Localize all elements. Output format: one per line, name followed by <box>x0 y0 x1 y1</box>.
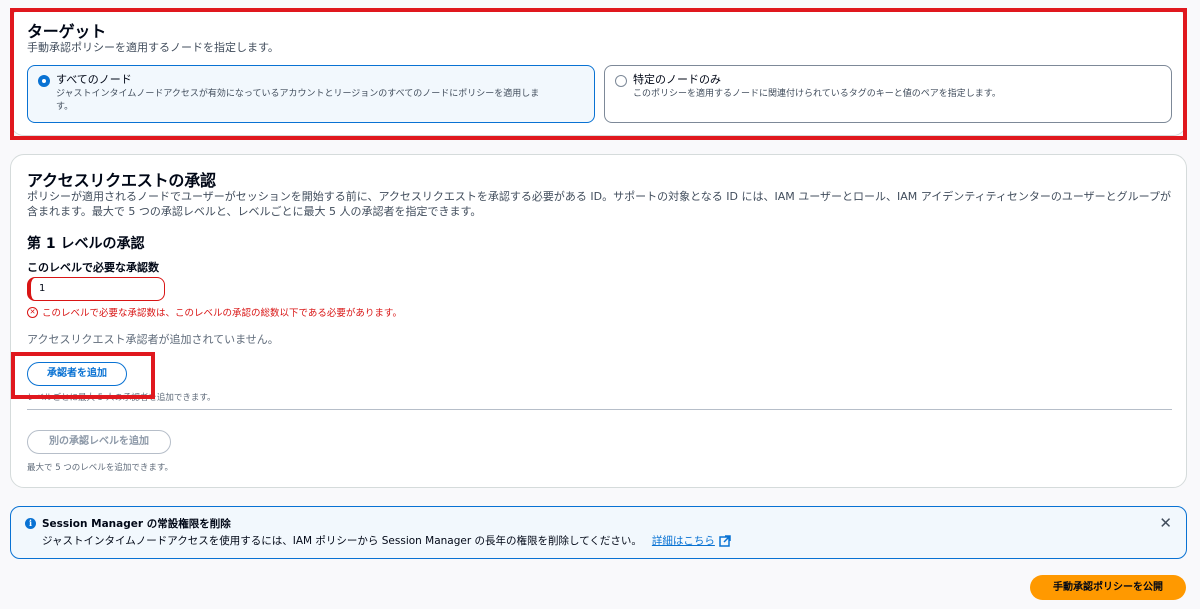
add-level-button[interactable]: 別の承認レベルを追加 <box>27 430 171 454</box>
radio-unselected-icon[interactable] <box>615 75 627 87</box>
target-section: ターゲット 手動承認ポリシーを適用するノードを指定します。 すべてのノード ジャ… <box>10 8 1187 136</box>
required-approvals-input[interactable]: 1 <box>27 277 165 301</box>
flash-text-row: ジャストインタイムノードアクセスを使用するには、IAM ポリシーから Sessi… <box>42 533 731 548</box>
info-icon: i <box>25 518 36 529</box>
error-icon: ✕ <box>27 306 38 318</box>
target-description: 手動承認ポリシーを適用するノードを指定します。 <box>27 41 279 54</box>
tile-all-nodes[interactable]: すべてのノード ジャストインタイムノードアクセスが有効になっているアカウントとリ… <box>27 65 595 123</box>
level-title: 第 1 レベルの承認 <box>27 236 145 252</box>
publish-policy-button[interactable]: 手動承認ポリシーを公開 <box>1030 575 1186 600</box>
error-message: ✕ このレベルで必要な承認数は、このレベルの承認の総数以下である必要があります。 <box>27 305 402 319</box>
flash-title: Session Manager の常設権限を削除 <box>42 518 231 530</box>
divider <box>27 409 1172 410</box>
external-link-icon[interactable] <box>719 534 731 547</box>
learn-more-link[interactable]: 詳細はこちら <box>652 533 715 548</box>
tile-specific-nodes-description: このポリシーを適用するノードに関連付けられているタグのキーと値のペアを指定します… <box>633 89 1001 99</box>
approval-title: アクセスリクエストの承認 <box>27 171 216 190</box>
add-level-hint: 最大で 5 つのレベルを追加できます。 <box>27 463 173 473</box>
error-text: このレベルで必要な承認数は、このレベルの承認の総数以下である必要があります。 <box>42 308 402 319</box>
tile-specific-nodes-label: 特定のノードのみ <box>633 73 721 86</box>
flash-text: ジャストインタイムノードアクセスを使用するには、IAM ポリシーから Sessi… <box>42 535 642 547</box>
required-approvals-label: このレベルで必要な承認数 <box>27 261 159 274</box>
tile-specific-nodes[interactable]: 特定のノードのみ このポリシーを適用するノードに関連付けられているタグのキーと値… <box>604 65 1172 123</box>
tile-all-nodes-description: ジャストインタイムノードアクセスが有効になっているアカウントとリージョンのすべて… <box>56 89 540 112</box>
approval-description: ポリシーが適用されるノードでユーザーがセッションを開始する前に、アクセスリクエス… <box>27 190 1172 218</box>
target-title: ターゲット <box>27 22 107 41</box>
approval-section: アクセスリクエストの承認 ポリシーが適用されるノードでユーザーがセッションを開始… <box>10 154 1187 488</box>
info-flashbar: i Session Manager の常設権限を削除 ジャストインタイムノードア… <box>10 506 1187 559</box>
radio-selected-icon[interactable] <box>38 75 50 87</box>
add-approver-button[interactable]: 承認者を追加 <box>27 362 127 386</box>
tile-all-nodes-label: すべてのノード <box>56 73 132 86</box>
no-approvers-text: アクセスリクエスト承認者が追加されていません。 <box>27 333 279 346</box>
add-approver-hint: レベルごとに最大 5 人の承認者を追加できます。 <box>27 393 216 403</box>
close-icon[interactable]: ✕ <box>1159 516 1172 531</box>
